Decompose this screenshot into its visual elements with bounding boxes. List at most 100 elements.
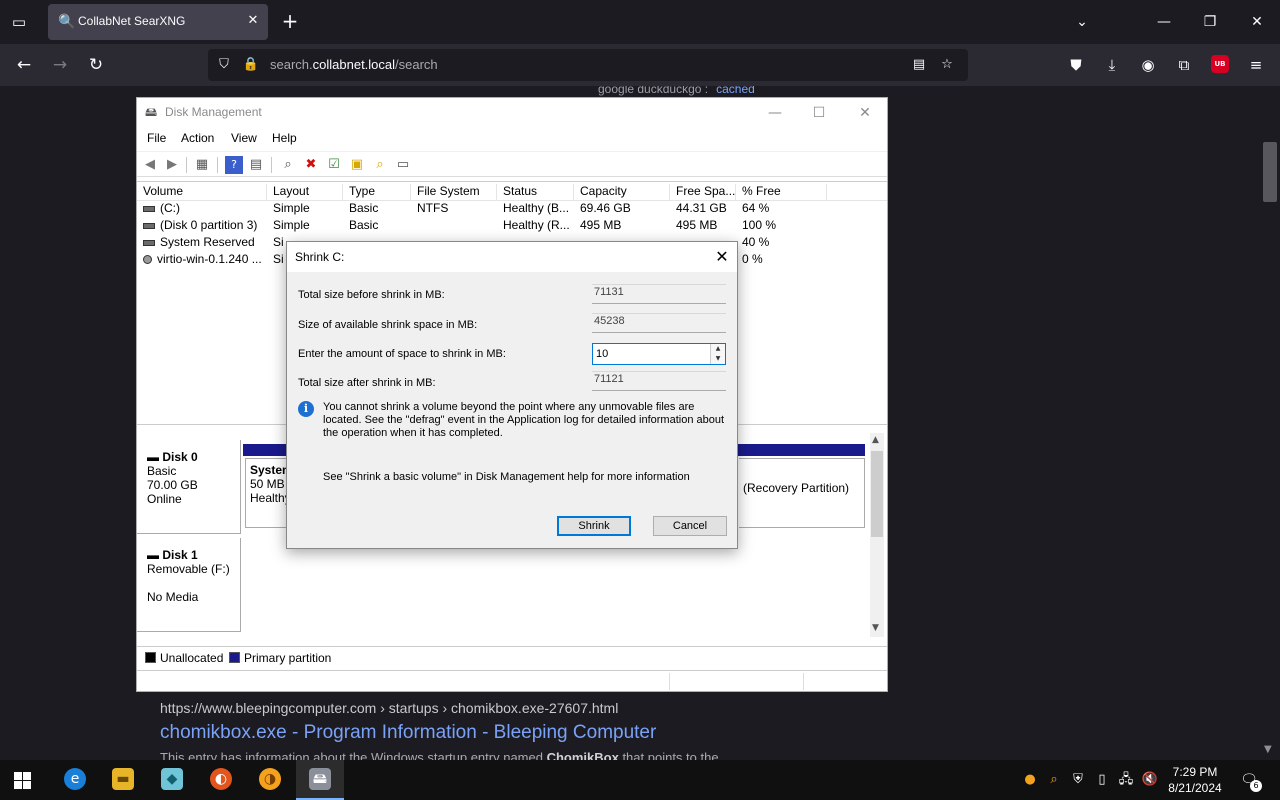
new-tab-button[interactable]: +: [279, 10, 301, 32]
column-file-system[interactable]: File System: [411, 184, 497, 201]
minimize-window-button[interactable]: —: [1152, 12, 1176, 32]
taskbar-firefox[interactable]: ◐: [197, 760, 245, 800]
menu-action[interactable]: Action: [181, 131, 214, 145]
taskbar-notes-app[interactable]: ◆: [148, 760, 196, 800]
tray-search-icon[interactable]: ⌕: [1045, 771, 1063, 789]
close-window-button[interactable]: ✕: [1245, 12, 1269, 32]
spin-down-icon[interactable]: ▼: [710, 354, 725, 364]
reader-view-icon[interactable]: ▤: [910, 56, 928, 74]
toolbar-delete-icon[interactable]: ✖: [302, 156, 320, 174]
dm-close-button[interactable]: ✕: [851, 102, 879, 124]
ublock-extension-icon[interactable]: UB: [1211, 55, 1229, 73]
dm-maximize-button[interactable]: ☐: [805, 102, 833, 124]
menu-hamburger-icon[interactable]: ≡: [1244, 53, 1268, 77]
scroll-down-arrow[interactable]: ▼: [872, 623, 879, 633]
toolbar-search-folder-icon[interactable]: ⌕: [371, 156, 389, 174]
taskbar-edge[interactable]: e: [51, 760, 99, 800]
column-volume[interactable]: Volume: [137, 184, 267, 201]
shrink-amount-input[interactable]: [593, 344, 709, 364]
extensions-icon[interactable]: ⧉: [1172, 53, 1196, 77]
disk-view-scroll-thumb[interactable]: [871, 451, 883, 537]
tray-app-icon[interactable]: ●: [1021, 771, 1039, 789]
browser-tab[interactable]: 🔍 CollabNet SearXNG ✕: [48, 4, 268, 40]
shrink-help-text: See "Shrink a basic volume" in Disk Mana…: [323, 471, 690, 483]
lock-icon[interactable]: 🔒: [242, 56, 260, 74]
taskbar-app-orange[interactable]: ◑: [246, 760, 294, 800]
column-status[interactable]: Status: [497, 184, 574, 201]
account-icon[interactable]: ◉: [1136, 53, 1160, 77]
dm-menu-bar: File Action View Help: [137, 128, 887, 150]
recovery-partition[interactable]: (Recovery Partition): [739, 458, 865, 528]
dm-minimize-button[interactable]: —: [761, 102, 789, 124]
volume-row[interactable]: (C:) Simple Basic NTFS Healthy (B... 69.…: [137, 201, 887, 218]
volume-row[interactable]: (Disk 0 partition 3) Simple Basic Health…: [137, 218, 887, 235]
disk-1-label[interactable]: ▬ Disk 1 Removable (F:) No Media: [137, 538, 241, 632]
shrink-button[interactable]: Shrink: [557, 516, 631, 536]
toolbar-connect-icon[interactable]: ⌕: [279, 156, 297, 174]
tab-close-icon[interactable]: ✕: [244, 12, 262, 30]
column-layout[interactable]: Layout: [267, 184, 343, 201]
reload-button[interactable]: ↻: [84, 53, 108, 77]
firefox-icon: ◐: [210, 768, 232, 790]
legend-swatch-primary: [229, 652, 240, 663]
scroll-up-arrow[interactable]: ▲: [872, 435, 879, 445]
notes-app-icon: ◆: [161, 768, 183, 790]
cached-link[interactable]: cached: [716, 86, 755, 96]
taskbar-disk-management[interactable]: 🖴: [296, 760, 344, 800]
toolbar-check-icon[interactable]: ☑: [325, 156, 343, 174]
dm-legend: Unallocated Primary partition: [137, 646, 887, 668]
drive-icon: [143, 239, 155, 246]
windows-taskbar: e ▬ ◆ ◐ ◑ 🖴 ● ⌕ ⛨ ▯ 🖧 🔇 7:29 PM 8/21/202…: [0, 760, 1280, 800]
restore-window-button[interactable]: ❐: [1198, 12, 1222, 32]
cancel-button[interactable]: Cancel: [653, 516, 727, 536]
result-url[interactable]: https://www.bleepingcomputer.com › start…: [160, 700, 618, 716]
total-after-value: 71121: [592, 371, 726, 391]
result-title-link[interactable]: chomikbox.exe - Program Information - Bl…: [160, 722, 656, 744]
tray-usb-icon[interactable]: ▯: [1093, 771, 1111, 789]
toolbar-back-icon[interactable]: ◀: [141, 156, 159, 174]
browser-nav-bar: ← → ↻ ⛉ 🔒 search.collabnet.local/search …: [0, 44, 1280, 86]
tray-network-icon[interactable]: 🖧: [1117, 771, 1135, 789]
page-scrollbar-thumb[interactable]: [1263, 142, 1277, 202]
drive-icon: [143, 205, 155, 212]
legend-primary-partition: Primary partition: [244, 651, 332, 665]
disk-view-scrollbar[interactable]: ▲ ▼: [870, 433, 884, 637]
shrink-amount-stepper[interactable]: ▲ ▼: [592, 343, 726, 365]
toolbar-list-icon[interactable]: ▭: [394, 156, 412, 174]
url-bar[interactable]: ⛉ 🔒 search.collabnet.local/search ▤ ☆: [208, 49, 968, 81]
column-free-space[interactable]: Free Spa...: [670, 184, 736, 201]
windows-start-icon[interactable]: [14, 772, 31, 789]
disk-0-label[interactable]: ▬ Disk 0 Basic 70.00 GB Online: [137, 440, 241, 534]
menu-view[interactable]: View: [231, 131, 257, 145]
toolbar-properties-icon[interactable]: ▤: [247, 156, 265, 174]
page-scroll-down-arrow[interactable]: ▼: [1264, 744, 1272, 755]
tab-overflow-chevron-icon[interactable]: ⌄: [1070, 12, 1094, 32]
toolbar-forward-icon[interactable]: ▶: [163, 156, 181, 174]
menu-file[interactable]: File: [147, 131, 166, 145]
spin-up-icon[interactable]: ▲: [710, 344, 725, 354]
taskbar-file-explorer[interactable]: ▬: [99, 760, 147, 800]
column-type[interactable]: Type: [343, 184, 411, 201]
url-text[interactable]: search.collabnet.local/search: [270, 57, 438, 72]
disk-management-titlebar[interactable]: 🖴 Disk Management — ☐ ✕: [137, 98, 887, 128]
menu-help[interactable]: Help: [272, 131, 297, 145]
pocket-icon[interactable]: ⛊: [1064, 53, 1088, 77]
forward-button[interactable]: →: [48, 53, 72, 77]
dialog-close-icon[interactable]: ✕: [711, 246, 733, 268]
tray-volume-muted-icon[interactable]: 🔇: [1141, 771, 1159, 789]
shrink-dialog-titlebar[interactable]: Shrink C: ✕: [287, 242, 737, 272]
taskbar-clock[interactable]: 7:29 PM 8/21/2024: [1162, 764, 1228, 796]
toolbar-help-icon[interactable]: ?: [225, 156, 243, 174]
list-all-tabs-icon[interactable]: ▭: [8, 11, 30, 33]
system-partition[interactable]: System 50 MB Healthy: [245, 458, 289, 528]
back-button[interactable]: ←: [12, 53, 36, 77]
shield-icon[interactable]: ⛉: [215, 56, 233, 74]
tray-security-icon[interactable]: ⛨: [1069, 771, 1087, 789]
toolbar-folder-up-icon[interactable]: ▣: [348, 156, 366, 174]
bookmark-star-icon[interactable]: ☆: [938, 56, 956, 74]
total-after-label: Total size after shrink in MB:: [298, 377, 436, 389]
column-capacity[interactable]: Capacity: [574, 184, 670, 201]
downloads-icon[interactable]: ⤓: [1100, 53, 1124, 77]
column-percent-free[interactable]: % Free: [736, 184, 827, 201]
toolbar-console-tree-icon[interactable]: ▦: [193, 156, 211, 174]
